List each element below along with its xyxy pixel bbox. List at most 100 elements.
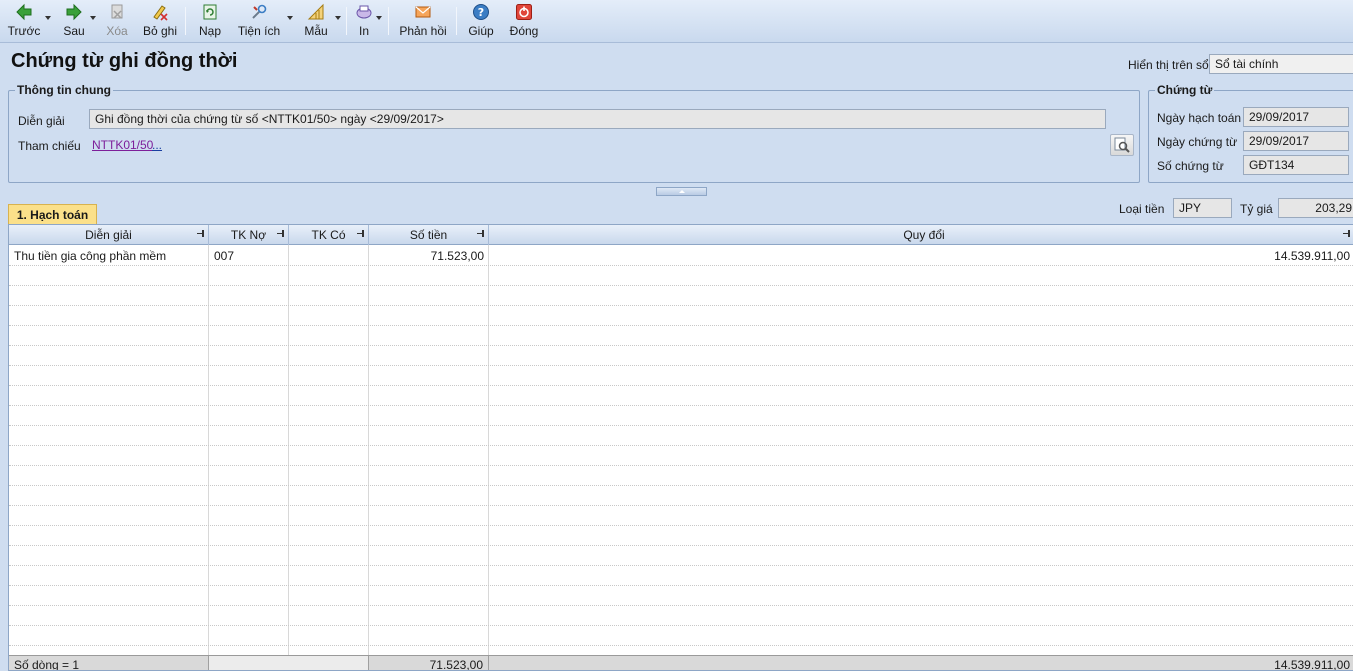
- column-header-dien-giai[interactable]: Diễn giải: [9, 225, 209, 245]
- help-button[interactable]: ? Giúp: [466, 2, 496, 40]
- pin-icon[interactable]: [197, 230, 205, 237]
- utilities-dropdown-arrow[interactable]: [287, 16, 293, 20]
- table-row-empty[interactable]: [9, 546, 1353, 566]
- pin-icon[interactable]: [357, 230, 365, 237]
- table-row-empty[interactable]: [9, 306, 1353, 326]
- toolbar-separator: [346, 7, 347, 35]
- tab-hach-toan[interactable]: 1. Hạch toán: [8, 204, 97, 225]
- column-header-so-tien[interactable]: Số tiền: [369, 225, 489, 245]
- table-row-empty[interactable]: [9, 446, 1353, 466]
- table-row-empty[interactable]: [9, 626, 1353, 646]
- collapse-panel-button[interactable]: [656, 187, 707, 196]
- unpost-icon: [151, 3, 169, 21]
- description-input[interactable]: Ghi đồng thời của chứng từ số <NTTK01/50…: [89, 109, 1106, 129]
- cell-quy-doi[interactable]: 14.539.911,00: [489, 246, 1353, 266]
- previous-button[interactable]: Trước: [6, 2, 42, 40]
- cell-tk-no[interactable]: 007: [209, 246, 289, 266]
- description-label: Diễn giải: [18, 114, 65, 128]
- page-title: Chứng từ ghi đồng thời: [11, 50, 238, 72]
- footer-empty-cell: [209, 656, 369, 670]
- utilities-button[interactable]: Tiện ích: [236, 2, 282, 40]
- reload-button[interactable]: Nạp: [196, 2, 224, 40]
- pin-icon[interactable]: [1343, 230, 1351, 237]
- voucher-no-input[interactable]: GĐT134: [1243, 155, 1349, 175]
- currency-select[interactable]: JPY: [1173, 198, 1232, 218]
- accounting-grid: Diễn giải TK Nợ TK Có Số tiền Quy đổi Th…: [8, 224, 1353, 671]
- total-so-tien: 71.523,00: [369, 656, 489, 670]
- voucher-date-input[interactable]: 29/09/2017: [1243, 131, 1349, 151]
- table-row-empty[interactable]: [9, 606, 1353, 626]
- table-row-empty[interactable]: [9, 426, 1353, 446]
- general-info-legend: Thông tin chung: [15, 83, 113, 97]
- search-icon: [1114, 137, 1130, 153]
- utilities-icon: [250, 3, 268, 21]
- delete-icon: [108, 3, 126, 21]
- reference-more-button[interactable]: ...: [152, 138, 162, 152]
- print-icon: [355, 3, 373, 21]
- table-row-empty[interactable]: [9, 586, 1353, 606]
- arrow-left-icon: [15, 3, 33, 21]
- table-row-empty[interactable]: [9, 386, 1353, 406]
- reference-link[interactable]: NTTK01/50: [92, 138, 153, 152]
- help-icon: ?: [472, 3, 490, 21]
- close-button[interactable]: Đóng: [508, 2, 540, 40]
- next-dropdown-arrow[interactable]: [90, 16, 96, 20]
- table-row-empty[interactable]: [9, 506, 1353, 526]
- posting-date-input[interactable]: 29/09/2017: [1243, 107, 1349, 127]
- feedback-button[interactable]: Phản hồi: [398, 2, 448, 40]
- delete-button[interactable]: Xóa: [103, 2, 131, 40]
- refresh-icon: [201, 3, 219, 21]
- grid-footer: Số dòng = 1 71.523,00 14.539.911,00: [9, 655, 1353, 671]
- pin-icon[interactable]: [277, 230, 285, 237]
- feedback-icon: [414, 3, 432, 21]
- voucher-no-label: Số chứng từ: [1157, 159, 1224, 173]
- toolbar-separator: [185, 7, 186, 35]
- table-row[interactable]: Thu tiền gia công phần mềm 007 71.523,00…: [9, 246, 1353, 266]
- table-row-empty[interactable]: [9, 406, 1353, 426]
- print-dropdown-arrow[interactable]: [376, 16, 382, 20]
- table-row-empty[interactable]: [9, 366, 1353, 386]
- currency-label: Loại tiền: [1119, 202, 1165, 216]
- cell-tk-co[interactable]: [289, 246, 369, 266]
- template-icon: [307, 3, 325, 21]
- template-button[interactable]: Mẫu: [301, 2, 331, 40]
- voucher-group: Chứng từ Ngày hạch toán 29/09/2017 Ngày …: [1148, 83, 1353, 183]
- display-on-book-label: Hiển thị trên sổ: [1128, 58, 1209, 72]
- column-header-tk-no[interactable]: TK Nợ: [209, 225, 289, 245]
- cell-so-tien[interactable]: 71.523,00: [369, 246, 489, 266]
- close-icon: [515, 3, 533, 21]
- grid-header: Diễn giải TK Nợ TK Có Số tiền Quy đổi: [9, 225, 1353, 245]
- table-row-empty[interactable]: [9, 266, 1353, 286]
- posting-date-label: Ngày hạch toán: [1157, 111, 1242, 125]
- toolbar: Trước Sau Xóa Bỏ ghi Nạp Tiện ích Mẫu In…: [0, 0, 1353, 43]
- print-button[interactable]: In: [353, 2, 375, 40]
- cell-dien-giai[interactable]: Thu tiền gia công phần mềm: [9, 246, 209, 266]
- table-row-empty[interactable]: [9, 346, 1353, 366]
- table-row-empty[interactable]: [9, 326, 1353, 346]
- arrow-right-icon: [65, 3, 83, 21]
- toolbar-separator: [388, 7, 389, 35]
- row-count: Số dòng = 1: [9, 656, 209, 670]
- column-header-tk-co[interactable]: TK Có: [289, 225, 369, 245]
- pin-icon[interactable]: [477, 230, 485, 237]
- general-info-group: Thông tin chung Diễn giải Ghi đồng thời …: [8, 83, 1140, 183]
- column-header-quy-doi[interactable]: Quy đổi: [489, 225, 1353, 245]
- table-row-empty[interactable]: [9, 466, 1353, 486]
- template-dropdown-arrow[interactable]: [335, 16, 341, 20]
- unpost-button[interactable]: Bỏ ghi: [140, 2, 180, 40]
- voucher-date-label: Ngày chứng từ: [1157, 135, 1238, 149]
- svg-text:?: ?: [478, 6, 484, 19]
- exchange-rate-input[interactable]: 203,29: [1278, 198, 1353, 218]
- display-on-book-select[interactable]: Sổ tài chính: [1209, 54, 1353, 74]
- table-row-empty[interactable]: [9, 286, 1353, 306]
- lookup-button[interactable]: [1110, 134, 1134, 156]
- voucher-legend: Chứng từ: [1155, 83, 1215, 97]
- table-row-empty[interactable]: [9, 486, 1353, 506]
- table-row-empty[interactable]: [9, 566, 1353, 586]
- total-quy-doi: 14.539.911,00: [1274, 658, 1350, 671]
- table-row-empty[interactable]: [9, 526, 1353, 546]
- toolbar-separator: [456, 7, 457, 35]
- previous-dropdown-arrow[interactable]: [45, 16, 51, 20]
- reference-label: Tham chiếu: [18, 139, 81, 153]
- next-button[interactable]: Sau: [58, 2, 90, 40]
